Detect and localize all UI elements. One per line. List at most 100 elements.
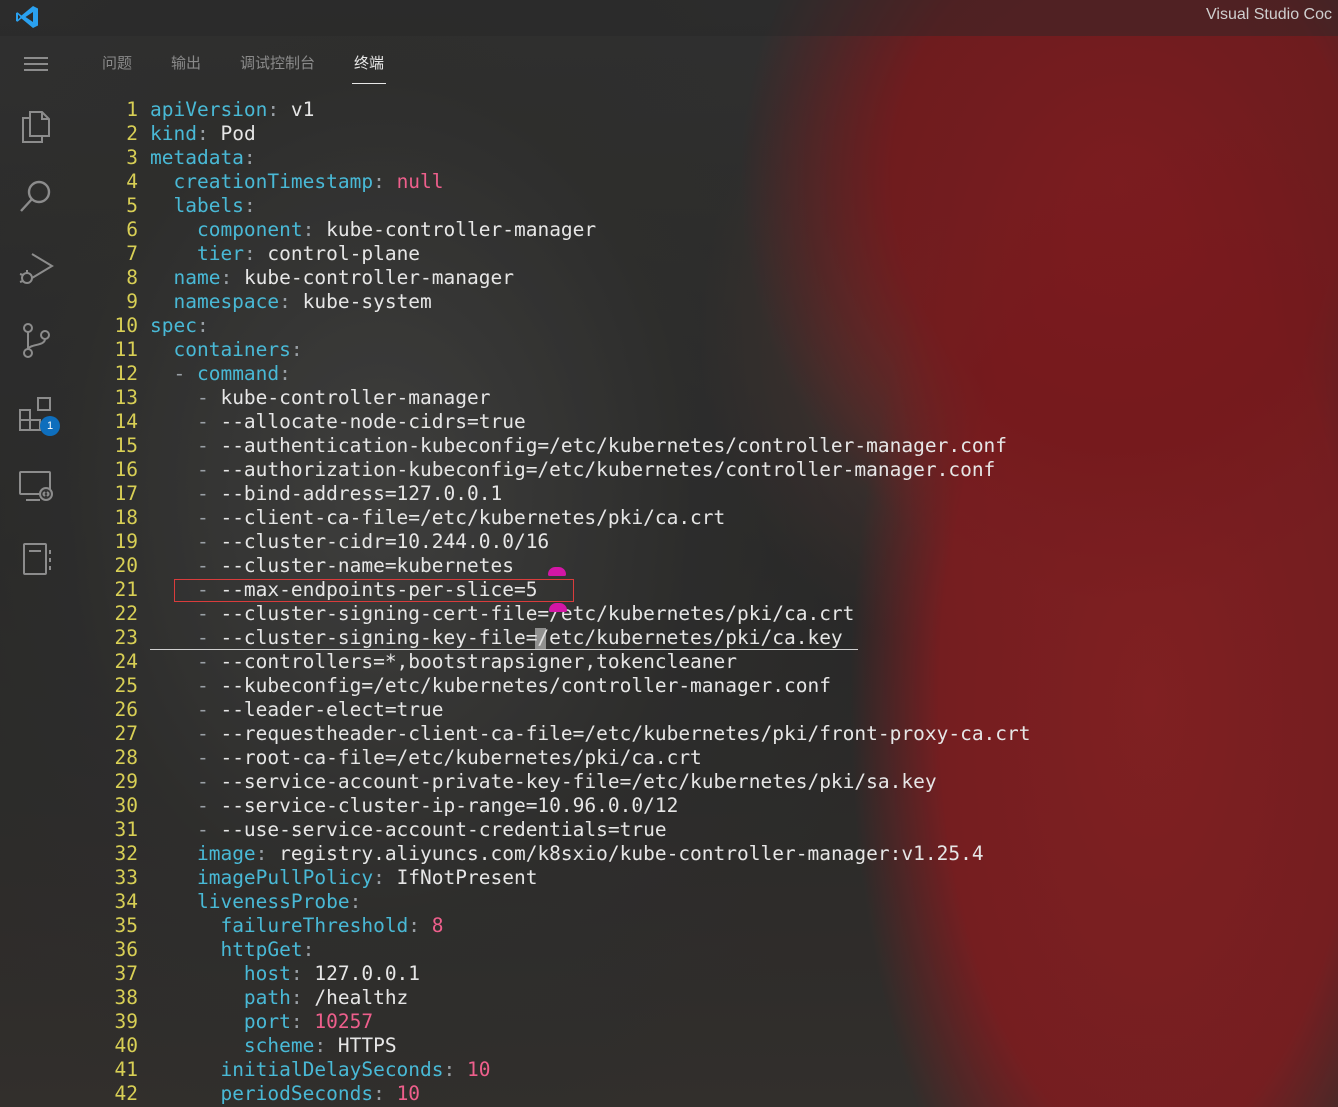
yaml-value: 10 xyxy=(384,1082,421,1105)
tab-output[interactable]: 输出 xyxy=(169,50,203,84)
code-line[interactable]: 13 - kube-controller-manager xyxy=(100,386,1338,410)
extensions-icon[interactable]: 1 xyxy=(16,394,60,436)
line-number: 8 xyxy=(126,266,138,289)
yaml-colon: : xyxy=(302,938,315,961)
code-line[interactable]: 33 imagePullPolicy: IfNotPresent xyxy=(100,866,1338,890)
yaml-key: port xyxy=(243,1010,291,1033)
code-line[interactable]: 27 - --requestheader-client-ca-file=/etc… xyxy=(100,722,1338,746)
run-debug-icon[interactable] xyxy=(16,248,56,288)
code-line[interactable]: 32 image: registry.aliyuncs.com/k8sxio/k… xyxy=(100,842,1338,866)
code-line[interactable]: 6 component: kube-controller-manager xyxy=(100,218,1338,242)
code-line[interactable]: 15 - --authentication-kubeconfig=/etc/ku… xyxy=(100,434,1338,458)
line-number: 25 xyxy=(114,674,138,697)
list-dash: - xyxy=(196,626,221,649)
yaml-value: --authorization-kubeconfig=/etc/kubernet… xyxy=(220,458,996,481)
yaml-colon: : xyxy=(443,1058,456,1081)
code-line[interactable]: 37 host: 127.0.0.1 xyxy=(100,962,1338,986)
code-line[interactable]: 28 - --root-ca-file=/etc/kubernetes/pki/… xyxy=(100,746,1338,770)
code-line[interactable]: 18 - --client-ca-file=/etc/kubernetes/pk… xyxy=(100,506,1338,530)
list-dash: - xyxy=(196,530,221,553)
code-line[interactable]: 26 - --leader-elect=true xyxy=(100,698,1338,722)
code-line[interactable]: 41 initialDelaySeconds: 10 xyxy=(100,1058,1338,1082)
yaml-key: metadata xyxy=(150,146,244,169)
code-line[interactable]: 31 - --use-service-account-credentials=t… xyxy=(100,818,1338,842)
line-number: 35 xyxy=(114,914,138,937)
code-line[interactable]: 23 - --cluster-signing-key-file=/etc/kub… xyxy=(100,626,1338,650)
yaml-value: --use-service-account-credentials=true xyxy=(220,818,667,841)
explorer-icon[interactable] xyxy=(16,106,56,146)
menu-icon[interactable] xyxy=(16,44,56,84)
tab-problems[interactable]: 问题 xyxy=(100,50,134,84)
code-line[interactable]: 20 - --cluster-name=kubernetes xyxy=(100,554,1338,578)
code-line[interactable]: 38 path: /healthz xyxy=(100,986,1338,1010)
code-line[interactable]: 36 httpGet: xyxy=(100,938,1338,962)
line-number: 34 xyxy=(114,890,138,913)
code-line[interactable]: 34 livenessProbe: xyxy=(100,890,1338,914)
code-line[interactable]: 21 - --max-endpoints-per-slice=5 xyxy=(100,578,1338,602)
line-number: 39 xyxy=(114,1010,138,1033)
code-line[interactable]: 35 failureThreshold: 8 xyxy=(100,914,1338,938)
code-line[interactable]: 17 - --bind-address=127.0.0.1 xyxy=(100,482,1338,506)
code-line[interactable]: 29 - --service-account-private-key-file=… xyxy=(100,770,1338,794)
code-line[interactable]: 39 port: 10257 xyxy=(100,1010,1338,1034)
code-line[interactable]: 19 - --cluster-cidr=10.244.0.0/16 xyxy=(100,530,1338,554)
vscode-logo-icon[interactable] xyxy=(14,4,40,30)
code-line[interactable]: 2 kind: Pod xyxy=(100,122,1338,146)
search-icon[interactable] xyxy=(16,176,56,216)
line-number: 40 xyxy=(114,1034,138,1057)
yaml-colon: : xyxy=(243,146,256,169)
code-line[interactable]: 10 spec: xyxy=(100,314,1338,338)
code-line[interactable]: 4 creationTimestamp: null xyxy=(100,170,1338,194)
yaml-value: kube-controller-manager xyxy=(220,386,491,409)
code-line[interactable]: 1 apiVersion: v1 xyxy=(100,98,1338,122)
list-dash: - xyxy=(196,482,221,505)
yaml-key: component xyxy=(196,218,303,241)
code-line[interactable]: 5 labels: xyxy=(100,194,1338,218)
code-line[interactable]: 8 name: kube-controller-manager xyxy=(100,266,1338,290)
yaml-value: null xyxy=(384,170,444,193)
yaml-value: --cluster-cidr=10.244.0.0/16 xyxy=(220,530,550,553)
list-dash: - xyxy=(196,794,221,817)
code-line[interactable]: 3 metadata: xyxy=(100,146,1338,170)
code-line[interactable]: 12 - command: xyxy=(100,362,1338,386)
tab-terminal[interactable]: 终端 xyxy=(352,50,387,84)
code-line[interactable]: 25 - --kubeconfig=/etc/kubernetes/contro… xyxy=(100,674,1338,698)
line-number: 20 xyxy=(114,554,138,577)
yaml-value: /healthz xyxy=(302,986,409,1009)
code-line[interactable]: 24 - --controllers=*,bootstrapsigner,tok… xyxy=(100,650,1338,674)
line-number: 21 xyxy=(114,578,138,601)
code-line[interactable]: 22 - --cluster-signing-cert-file=/etc/ku… xyxy=(100,602,1338,626)
remote-explorer-icon[interactable] xyxy=(16,466,56,506)
yaml-value: Pod xyxy=(208,122,256,145)
code-line[interactable]: 9 namespace: kube-system xyxy=(100,290,1338,314)
code-line[interactable]: 7 tier: control-plane xyxy=(100,242,1338,266)
notebook-icon[interactable] xyxy=(16,538,56,578)
list-dash: - xyxy=(196,410,221,433)
line-number: 23 xyxy=(114,626,138,649)
code-line[interactable]: 40 scheme: HTTPS xyxy=(100,1034,1338,1058)
code-line[interactable]: 11 containers: xyxy=(100,338,1338,362)
yaml-value: --max-endpoints-per-slice=5 xyxy=(220,578,538,601)
code-line[interactable]: 14 - --allocate-node-cidrs=true xyxy=(100,410,1338,434)
code-line[interactable]: 42 periodSeconds: 10 xyxy=(100,1082,1338,1106)
code-line[interactable]: 30 - --service-cluster-ip-range=10.96.0.… xyxy=(100,794,1338,818)
source-control-icon[interactable] xyxy=(16,320,56,360)
yaml-colon: : xyxy=(314,1034,327,1057)
line-number: 11 xyxy=(114,338,138,361)
tab-debug-console[interactable]: 调试控制台 xyxy=(238,50,317,84)
title-bar: Visual Studio Coc xyxy=(0,0,1338,36)
code-line[interactable]: 16 - --authorization-kubeconfig=/etc/kub… xyxy=(100,458,1338,482)
code-editor[interactable]: 1 apiVersion: v1 2 kind: Pod 3 metadata: 4 cre… xyxy=(100,98,1338,1106)
